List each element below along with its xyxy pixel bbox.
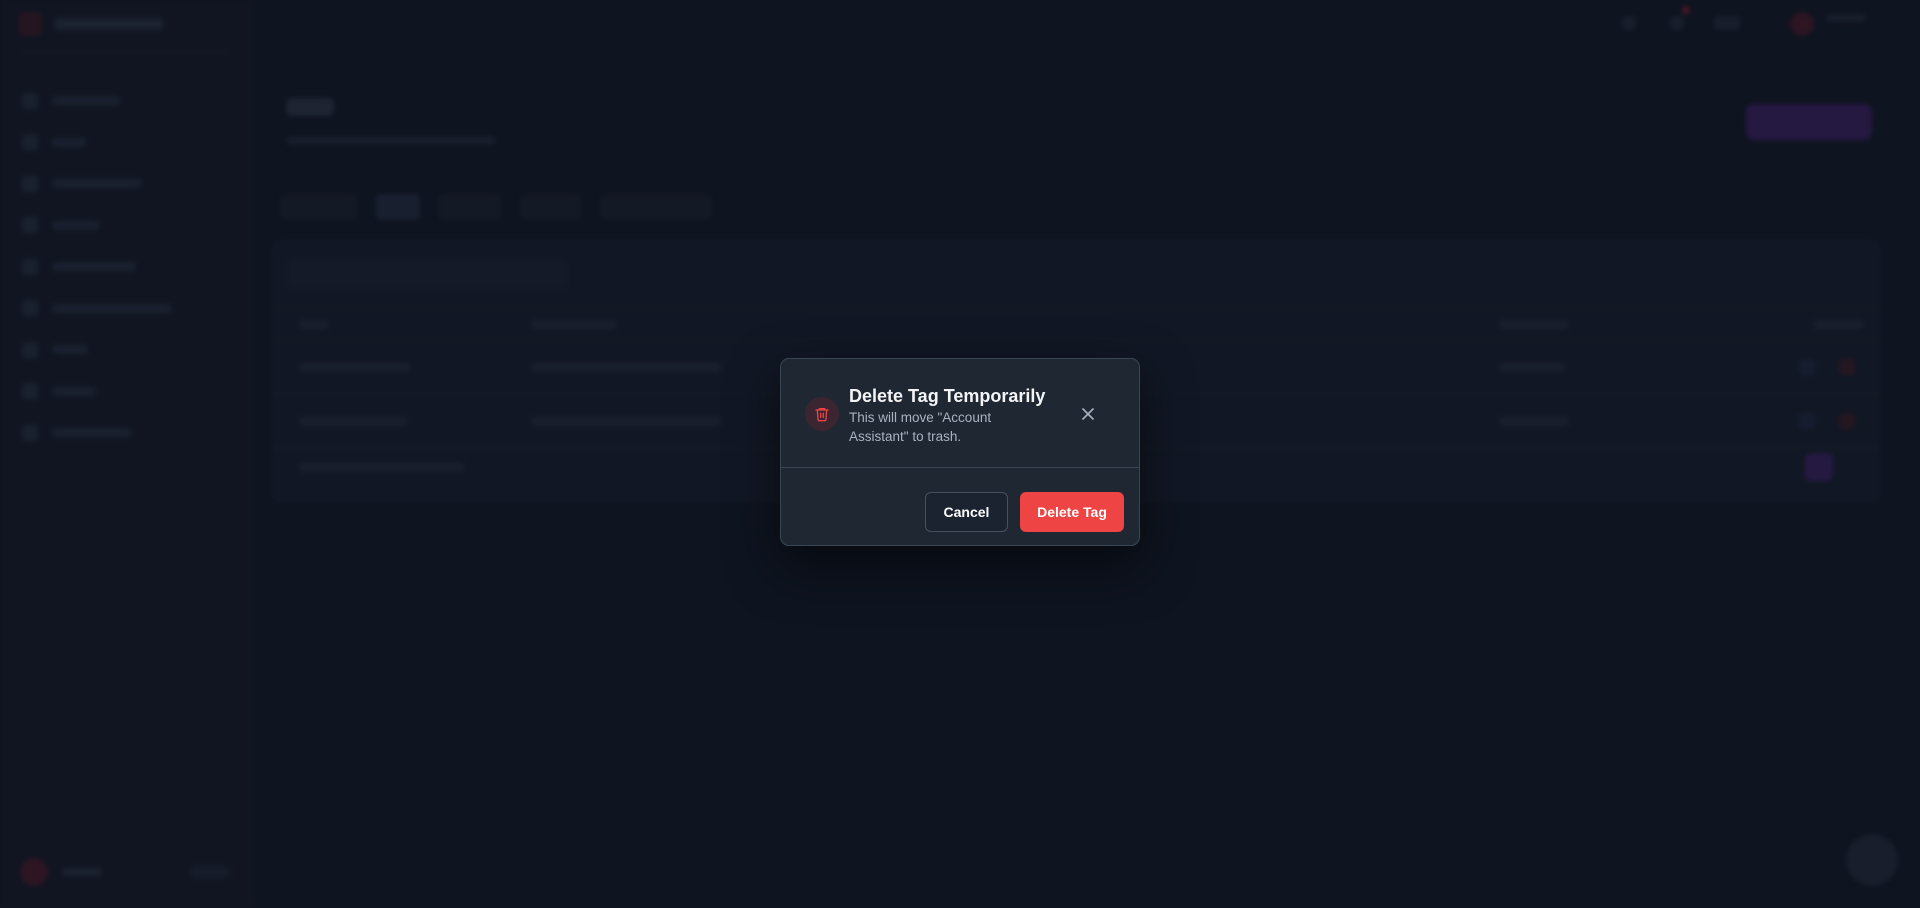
trash-icon bbox=[805, 397, 839, 431]
dialog-header: Delete Tag Temporarily This will move "A… bbox=[781, 359, 1139, 468]
dialog-title: Delete Tag Temporarily bbox=[849, 386, 1046, 406]
dialog-message: This will move "Account Assistant" to tr… bbox=[849, 410, 992, 444]
cancel-button[interactable]: Cancel bbox=[925, 492, 1008, 532]
close-icon[interactable] bbox=[1078, 404, 1098, 424]
delete-tag-button[interactable]: Delete Tag bbox=[1020, 492, 1124, 532]
delete-tag-dialog: Delete Tag Temporarily This will move "A… bbox=[780, 358, 1140, 546]
